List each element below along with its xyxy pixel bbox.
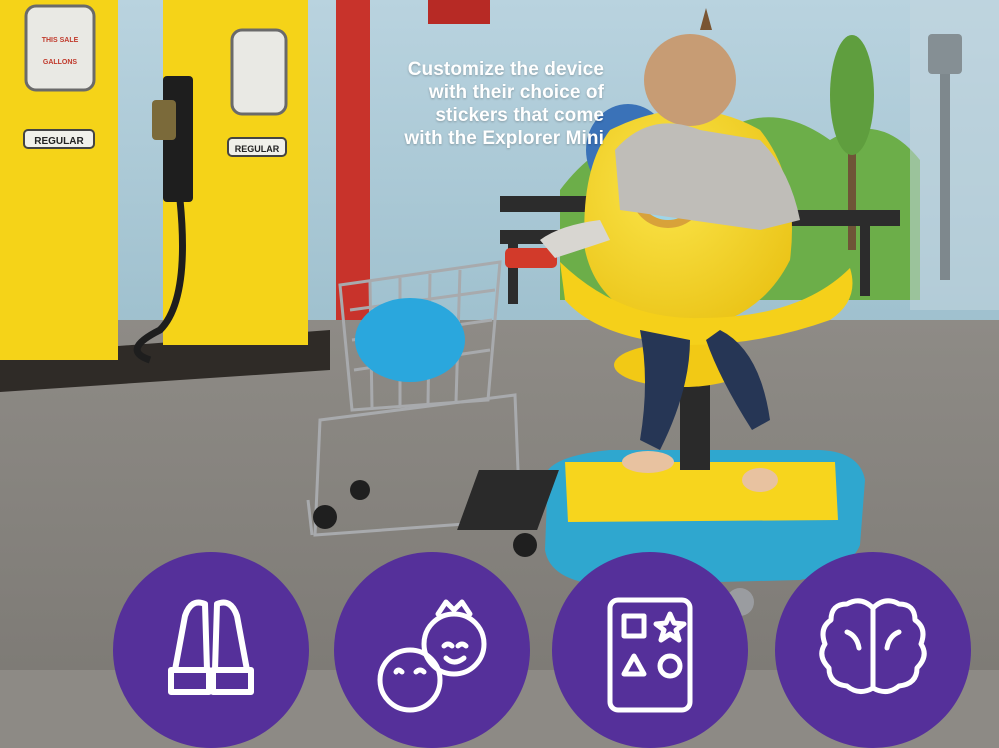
cart-wheel — [313, 505, 337, 529]
pump-display-left — [24, 4, 96, 92]
shapes-badge — [552, 552, 748, 748]
children-badge — [334, 552, 530, 748]
pump-sale-text: THIS SALE — [42, 37, 79, 44]
binoculars-icon — [168, 599, 254, 695]
pump-label-text-left: REGULAR — [34, 136, 84, 147]
red-sign — [428, 0, 490, 24]
shapes-board-icon — [607, 597, 693, 713]
brain-badge — [775, 552, 971, 748]
caption-text: Customize the device with their choice o… — [366, 58, 604, 150]
pump-gallons-text: GALLONS — [43, 59, 78, 66]
device-footplate — [565, 462, 838, 522]
child-foot-left — [622, 451, 674, 473]
mural-tree-top — [830, 35, 874, 155]
child-head — [644, 34, 736, 126]
pump-label-text-right: REGULAR — [235, 144, 280, 154]
bench-right-leg — [860, 226, 870, 296]
child-foot-right — [742, 468, 778, 492]
wall-panel-right — [910, 0, 999, 310]
caption-line: Customize the device — [407, 59, 604, 80]
pump-display-right — [230, 28, 288, 116]
device-column — [680, 380, 710, 470]
caption-line: with their choice of — [428, 82, 604, 103]
cart-wheel — [350, 480, 370, 500]
caption-line: stickers that come — [435, 105, 604, 126]
photo-scene: REGULAR REGULAR THIS SALE GALLONS Custom… — [0, 0, 999, 748]
brain-icon — [819, 598, 927, 694]
caption-line: with the Explorer Mini — [404, 128, 604, 149]
children-faces-icon — [377, 599, 487, 713]
binoculars-badge — [113, 552, 309, 748]
pump-nozzle — [152, 100, 176, 140]
toy-basket — [355, 298, 465, 382]
